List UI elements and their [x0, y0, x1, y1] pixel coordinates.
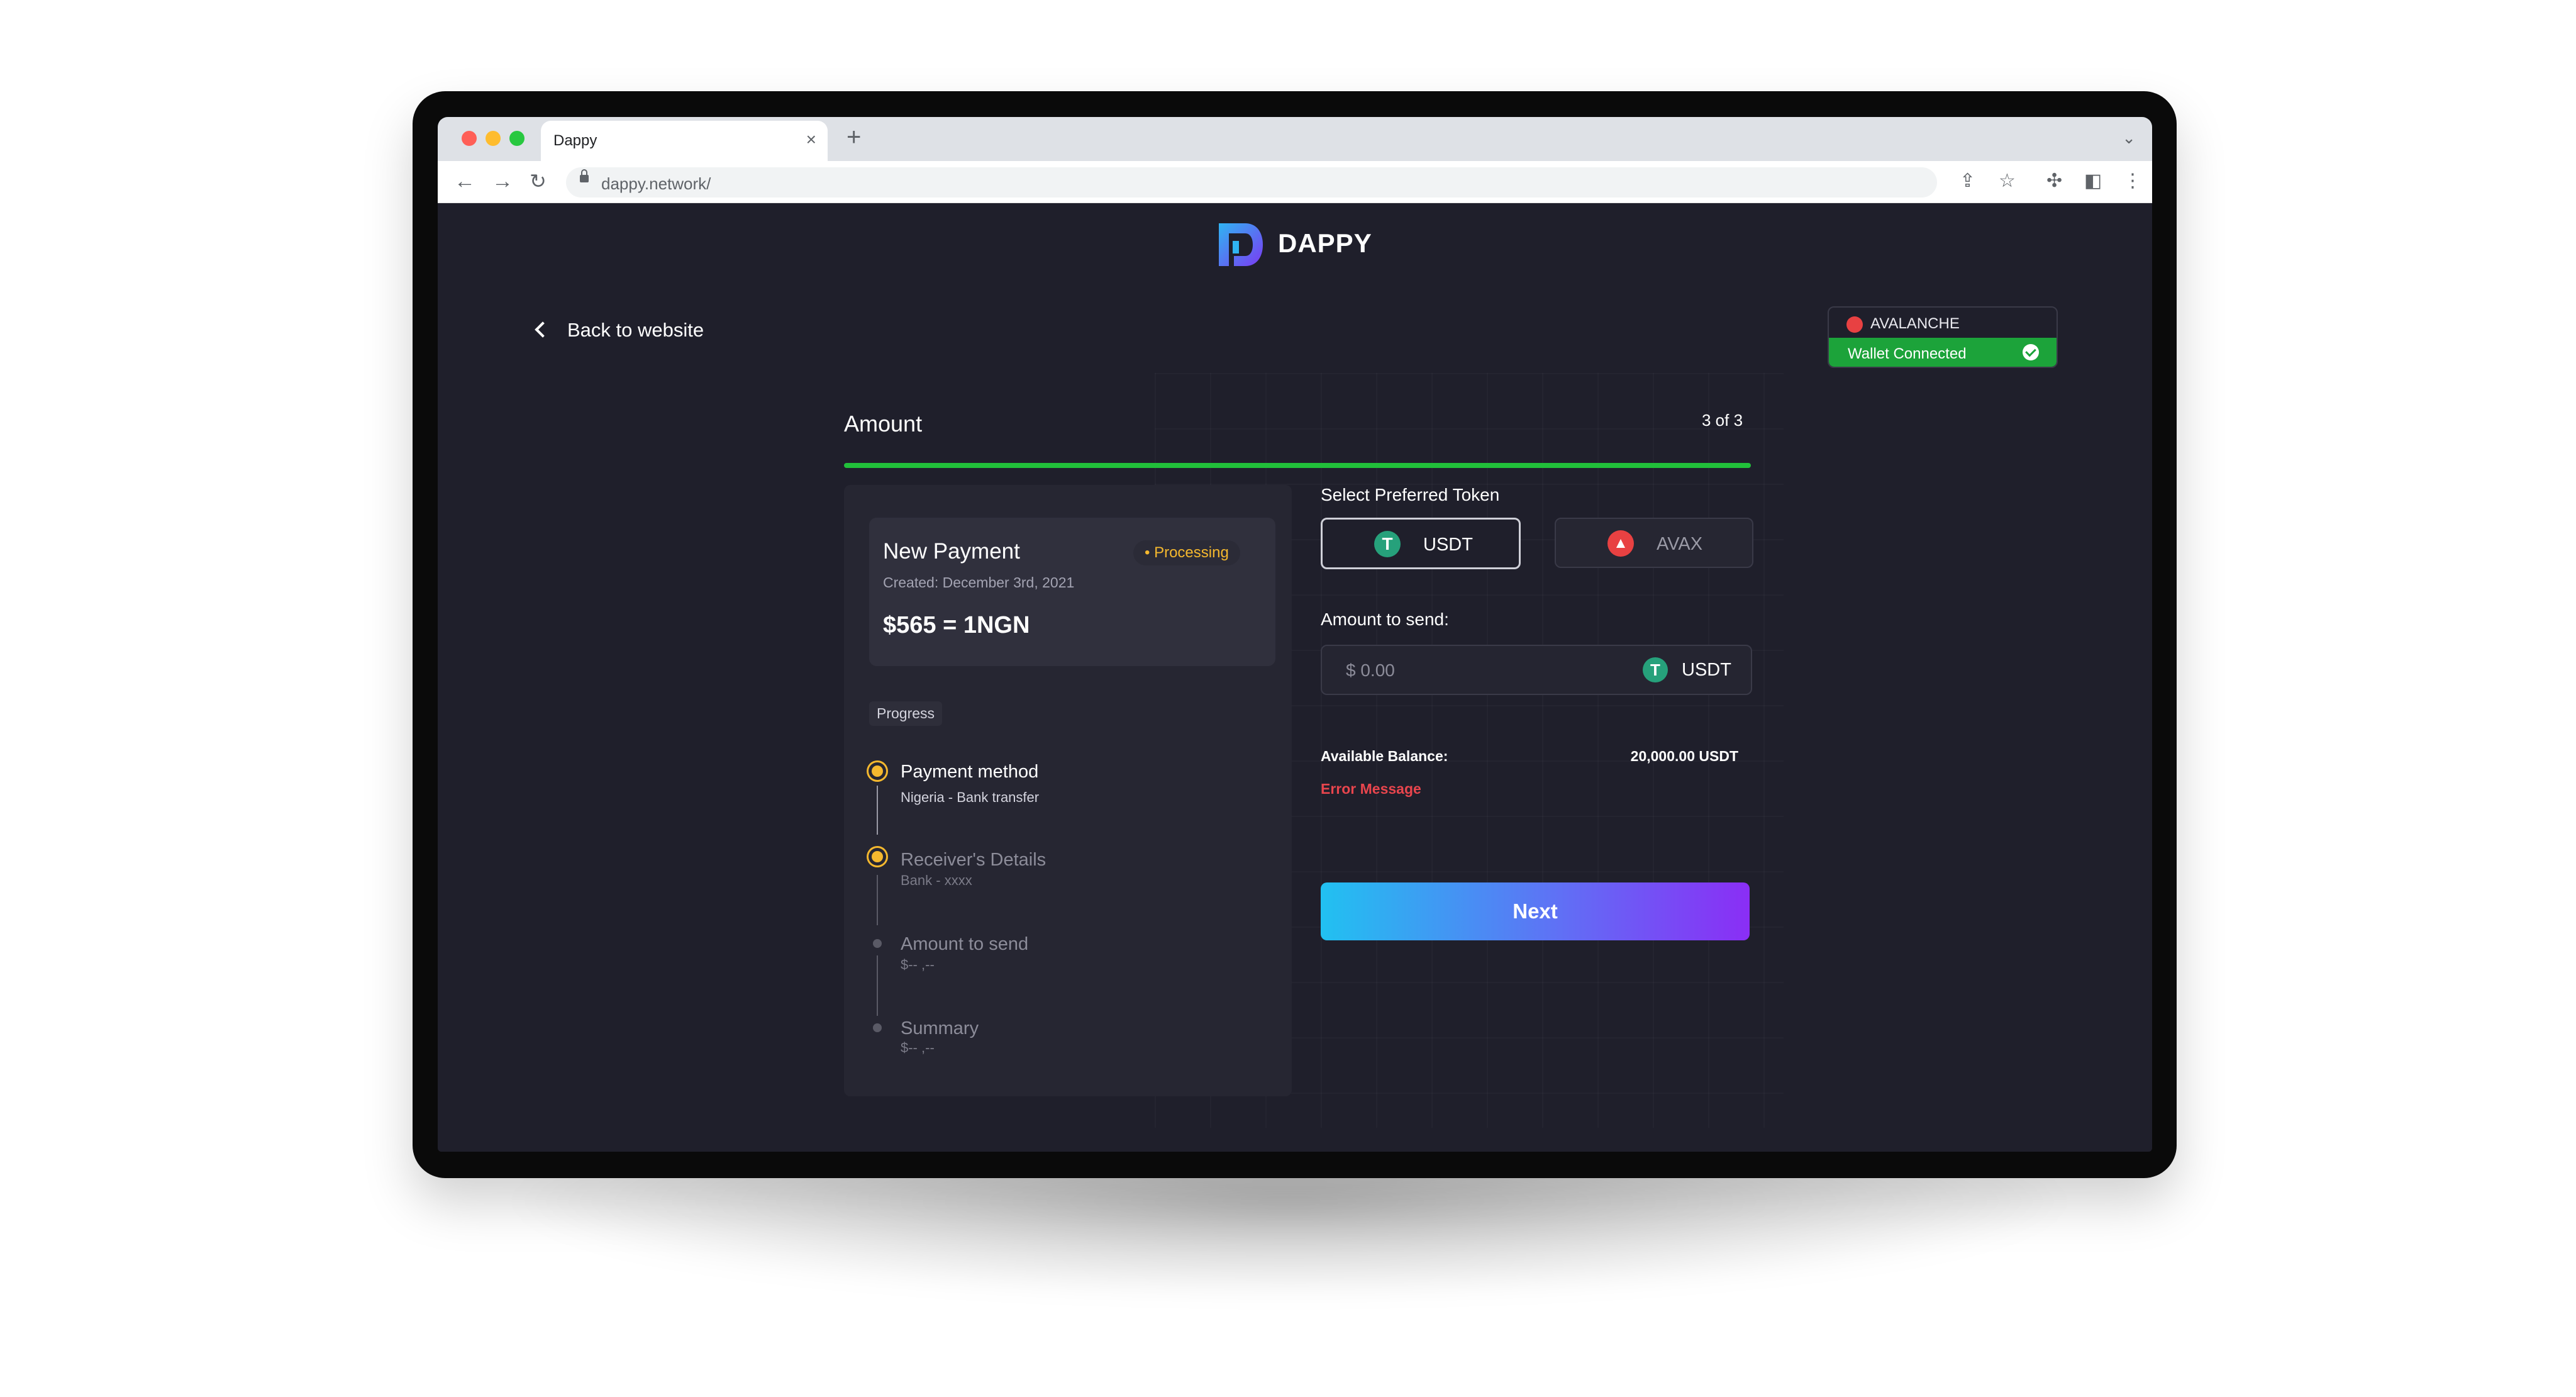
forward-arrow-icon[interactable]: → [492, 170, 513, 192]
network-status-widget[interactable]: AVALANCHE Wallet Connected [1828, 306, 2058, 368]
amount-input[interactable] [1345, 659, 1599, 682]
back-to-website-link[interactable]: Back to website [535, 319, 704, 342]
amount-token-label: USDT [1682, 660, 1731, 680]
brand-name: DAPPY [1278, 228, 1372, 258]
token-option-usdt[interactable]: T USDT [1321, 518, 1521, 569]
wallet-status-text: Wallet Connected [1848, 345, 1967, 362]
minimize-window-dot[interactable] [486, 131, 501, 146]
network-name: AVALANCHE [1870, 315, 1960, 332]
token-option-label: AVAX [1657, 534, 1703, 554]
step-pending-dot [873, 1023, 882, 1032]
amount-label: Amount to send: [1321, 609, 1449, 629]
step-subtitle: Nigeria - Bank transfer [901, 789, 1040, 805]
timeline-connector [877, 875, 878, 925]
step-pending-dot [873, 939, 882, 948]
close-tab-icon[interactable]: × [806, 130, 816, 150]
payment-summary-panel: New Payment • Processing Created: Decemb… [844, 485, 1292, 1096]
progress-label: Progress [869, 701, 943, 726]
dappy-logo-icon [1219, 223, 1263, 266]
extensions-puzzle-icon[interactable]: ✣ [2046, 171, 2062, 191]
step-title: Payment method [901, 762, 1039, 782]
maximize-window-dot[interactable] [509, 131, 525, 146]
token-option-avax[interactable]: ▲ AVAX [1555, 518, 1753, 568]
payment-amount: $565 = 1NGN [883, 612, 1030, 638]
token-select-label: Select Preferred Token [1321, 485, 1500, 504]
avalanche-icon [1846, 316, 1863, 333]
network-row: AVALANCHE [1829, 308, 2057, 337]
new-tab-icon[interactable]: + [847, 123, 861, 152]
back-to-website-label: Back to website [567, 319, 704, 341]
dappy-page: DAPPY Back to website AVALANCHE Wallet C… [438, 203, 2152, 1152]
bookmark-star-icon[interactable]: ☆ [1999, 171, 2016, 191]
step-complete-dot [872, 765, 883, 777]
token-option-label: USDT [1423, 535, 1473, 555]
payment-created-date: Created: December 3rd, 2021 [883, 574, 1075, 591]
tab-strip: Dappy × + ⌄ [438, 117, 2152, 161]
step-counter: 3 of 3 [1702, 411, 1743, 430]
back-arrow-icon[interactable]: ← [454, 170, 475, 192]
url-text: dappy.network/ [601, 174, 711, 193]
error-message: Error Message [1321, 781, 1421, 797]
tether-icon: T [1643, 657, 1668, 682]
step-subtitle: Bank - xxxx [901, 872, 972, 888]
balance-value: 20,000.00 USDT [1630, 748, 1738, 764]
avalanche-icon: ▲ [1607, 530, 1634, 557]
browser-window: Dappy × + ⌄ ← → ↻ dappy.network/ ⇪ ☆ ✣ ◧… [438, 117, 2152, 1152]
payment-title: New Payment [883, 539, 1020, 564]
chevron-left-icon [535, 321, 551, 338]
address-bar[interactable]: dappy.network/ [566, 167, 1937, 198]
progress-bar [844, 463, 1751, 468]
timeline-connector [877, 955, 878, 1016]
browser-toolbar: ← → ↻ dappy.network/ ⇪ ☆ ✣ ◧ ⋮ [438, 161, 2152, 204]
step-title: Amount to send [901, 934, 1029, 954]
payment-card: New Payment • Processing Created: Decemb… [869, 518, 1275, 666]
tab-title: Dappy [553, 132, 597, 149]
step-subtitle: $-- ,-- [901, 1040, 935, 1055]
step-title: Summary [901, 1018, 979, 1038]
check-circle-icon [2023, 344, 2039, 360]
amount-input-field[interactable]: T USDT [1321, 645, 1752, 695]
wallet-status-row: Wallet Connected [1829, 338, 2057, 367]
step-complete-dot [872, 851, 883, 862]
timeline-connector [877, 786, 878, 835]
lock-icon [580, 169, 589, 182]
tether-icon: T [1374, 531, 1401, 557]
progress-bar-fill [844, 463, 1751, 468]
side-panel-icon[interactable]: ◧ [2084, 171, 2102, 191]
share-icon[interactable]: ⇪ [1960, 171, 1975, 191]
reload-icon[interactable]: ↻ [530, 170, 547, 192]
browser-tab[interactable]: Dappy × [541, 121, 828, 161]
next-button[interactable]: Next [1321, 882, 1750, 940]
balance-label: Available Balance: [1321, 748, 1448, 764]
status-badge: • Processing [1133, 540, 1240, 565]
tab-list-chevron-icon[interactable]: ⌄ [2122, 128, 2136, 148]
close-window-dot[interactable] [462, 131, 477, 146]
browser-menu-icon[interactable]: ⋮ [2123, 171, 2142, 191]
step-title: Receiver's Details [901, 850, 1046, 870]
step-subtitle: $-- ,-- [901, 957, 935, 972]
section-heading: Amount [844, 411, 923, 437]
